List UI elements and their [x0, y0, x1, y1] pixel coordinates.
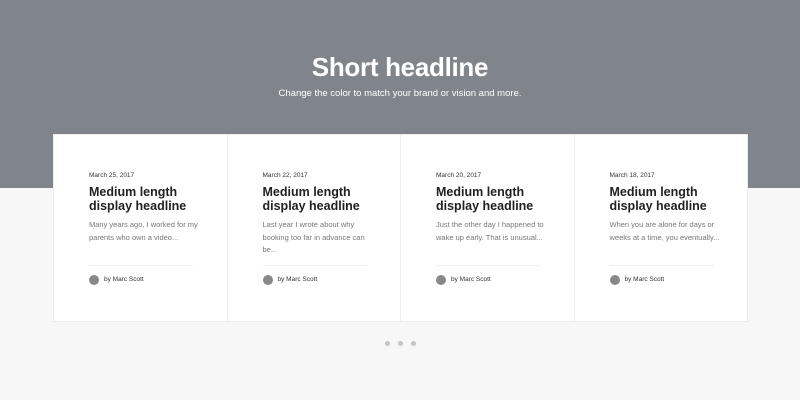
card-title[interactable]: Medium length display headline — [89, 185, 209, 213]
hero-subtitle: Change the color to match your brand or … — [278, 88, 522, 99]
blog-card[interactable]: March 22, 2017 Medium length display hea… — [228, 135, 401, 321]
card-title[interactable]: Medium length display headline — [610, 185, 730, 213]
card-date: March 22, 2017 — [262, 172, 308, 179]
blog-card[interactable]: March 20, 2017 Medium length display hea… — [401, 135, 575, 321]
card-excerpt: Many years ago, I worked for my parents … — [89, 220, 198, 242]
card-title[interactable]: Medium length display headline — [263, 185, 383, 213]
author-avatar — [89, 275, 99, 285]
card-author[interactable]: by Marc Scott — [451, 276, 491, 283]
card-excerpt: Just the other day I happened to wake up… — [436, 220, 544, 242]
hero-title: Short headline — [311, 52, 489, 82]
card-date: March 20, 2017 — [436, 172, 482, 179]
card-divider — [436, 265, 540, 266]
pagination-dot[interactable] — [398, 341, 403, 346]
pagination-dot[interactable] — [411, 341, 416, 346]
pagination-dot[interactable] — [385, 341, 390, 346]
card-date: March 18, 2017 — [609, 172, 655, 179]
card-divider — [89, 265, 193, 266]
card-author[interactable]: by Marc Scott — [104, 276, 144, 283]
card-date: March 25, 2017 — [89, 172, 135, 179]
card-author[interactable]: by Marc Scott — [278, 276, 318, 283]
card-divider — [609, 265, 714, 266]
author-avatar — [609, 275, 620, 285]
blog-card[interactable]: March 18, 2017 Medium length display hea… — [575, 135, 748, 321]
author-avatar — [436, 275, 446, 285]
author-avatar — [262, 275, 273, 285]
card-title[interactable]: Medium length display headline — [436, 185, 556, 213]
page: Short headline Change the color to match… — [0, 0, 800, 400]
card-divider — [262, 265, 367, 266]
card-author[interactable]: by Marc Scott — [625, 276, 665, 283]
card-carousel: March 25, 2017 Medium length display hea… — [54, 135, 747, 321]
card-excerpt: When you are alone for days or weeks at … — [609, 220, 720, 242]
card-excerpt: Last year I wrote about why booking too … — [262, 220, 365, 254]
blog-card[interactable]: March 25, 2017 Medium length display hea… — [54, 135, 228, 321]
carousel-pagination — [385, 341, 416, 346]
